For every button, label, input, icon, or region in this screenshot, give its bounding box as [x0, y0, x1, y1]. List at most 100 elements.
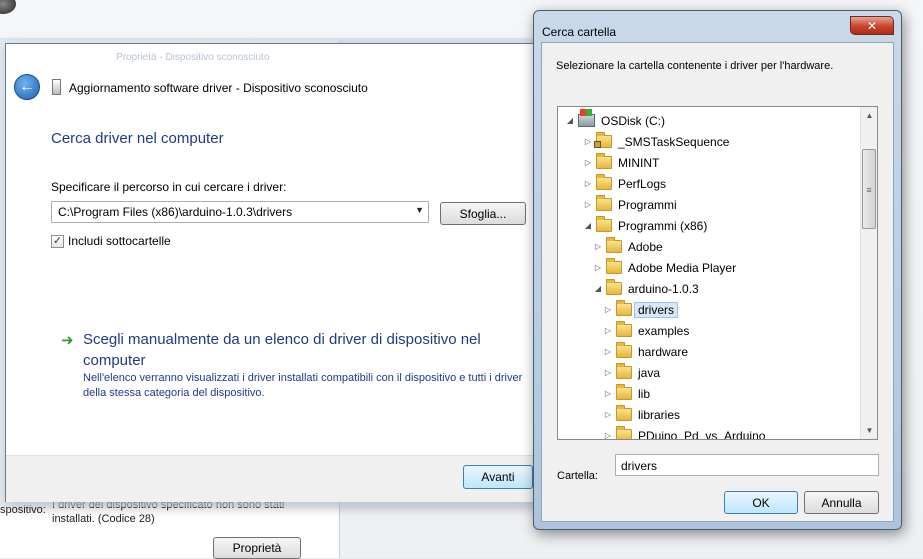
expand-arrow-icon[interactable]: ▷: [592, 242, 604, 251]
properties-button[interactable]: Proprietà: [213, 537, 301, 559]
folder-icon: [606, 237, 622, 253]
locked-folder-icon: [594, 132, 612, 148]
scroll-up-icon[interactable]: ▲: [861, 107, 877, 124]
tree-item-label: libraries: [638, 407, 681, 422]
dialog-body: Selezionare la cartella contenente i dri…: [541, 42, 894, 522]
collapse-arrow-icon[interactable]: ◢: [592, 284, 604, 293]
tree-item[interactable]: ▷ java: [558, 362, 863, 383]
folder-icon: [616, 384, 632, 400]
tree-item[interactable]: ▷ MININT: [558, 152, 863, 173]
expand-arrow-icon[interactable]: ▷: [602, 368, 614, 377]
browse-folder-dialog: Cerca cartella ✕ Selezionare la cartella…: [533, 10, 902, 530]
expand-arrow-icon[interactable]: ▷: [602, 410, 614, 419]
status-label: spositivo:: [0, 504, 46, 516]
dialog-instruction: Selezionare la cartella contenente i dri…: [556, 60, 834, 72]
wizard-title: Aggiornamento software driver - Disposit…: [69, 81, 368, 95]
expand-arrow-icon[interactable]: ▷: [602, 326, 614, 335]
mouse-icon: [0, 0, 16, 14]
tree-item[interactable]: ▷ _SMSTaskSequence: [558, 131, 863, 152]
folder-icon: [616, 342, 632, 358]
tree-item[interactable]: ▷ examples: [558, 320, 863, 341]
green-arrow-icon: ➜: [61, 332, 74, 349]
path-combobox[interactable]: C:\Program Files (x86)\arduino-1.0.3\dri…: [51, 201, 429, 223]
browse-button[interactable]: Sfoglia...: [440, 202, 526, 225]
tree-item-label: lib: [638, 386, 651, 401]
scroll-thumb[interactable]: ≡: [862, 149, 876, 229]
tree-item-label: arduino-1.0.3: [628, 281, 699, 296]
tree-item[interactable]: ▷ drivers: [558, 299, 863, 320]
cancel-button[interactable]: Annulla: [804, 491, 879, 514]
tree-item[interactable]: ◢ OSDisk (C:): [558, 109, 863, 131]
folder-icon: [616, 426, 632, 439]
folder-icon: [616, 363, 632, 379]
folder-icon: [616, 321, 632, 337]
tree-item[interactable]: ▷ Programmi: [558, 194, 863, 215]
tree-item-label: Adobe Media Player: [628, 260, 737, 275]
next-button[interactable]: Avanti: [463, 465, 533, 489]
path-value: C:\Program Files (x86)\arduino-1.0.3\dri…: [58, 205, 293, 219]
tree-item-label: MININT: [618, 155, 660, 170]
drive-icon: [578, 109, 595, 127]
tree-item[interactable]: ◢ Programmi (x86): [558, 215, 863, 236]
expand-arrow-icon[interactable]: ▷: [602, 431, 614, 439]
dropdown-arrow-icon[interactable]: ▼: [415, 205, 424, 215]
tree-item-label: Programmi (x86): [618, 218, 708, 233]
folder-label: Cartella:: [557, 470, 598, 482]
expand-arrow-icon[interactable]: ▷: [602, 305, 614, 314]
tree-item[interactable]: ▷ libraries: [558, 404, 863, 425]
expand-arrow-icon[interactable]: ▷: [592, 263, 604, 272]
tree-scrollbar[interactable]: ▲ ≡ ▼: [860, 107, 877, 439]
tree-item[interactable]: ▷ Adobe Media Player: [558, 257, 863, 278]
tree-item-label: _SMSTaskSequence: [618, 134, 730, 149]
close-icon[interactable]: ✕: [850, 16, 894, 35]
wizard-header: ← Aggiornamento software driver - Dispos…: [6, 68, 538, 108]
driver-update-wizard: Proprietà - Dispositivo sconosciuto ← Ag…: [5, 43, 539, 502]
tree-item-label: OSDisk (C:): [601, 113, 665, 128]
device-icon: [52, 79, 61, 95]
folder-icon: [606, 279, 622, 295]
collapse-arrow-icon[interactable]: ◢: [582, 221, 594, 230]
page-heading: Cerca driver nel computer: [51, 130, 224, 147]
expand-arrow-icon[interactable]: ▷: [582, 137, 594, 146]
tree-item-label: PDuino_Pd_vs_Arduino: [638, 428, 766, 440]
folder-icon: [596, 195, 612, 211]
tree-item[interactable]: ▷ Adobe: [558, 236, 863, 257]
expand-arrow-icon[interactable]: ▷: [582, 158, 594, 167]
folder-name-field[interactable]: drivers: [615, 454, 879, 476]
scroll-down-icon[interactable]: ▼: [861, 422, 877, 439]
tree-item[interactable]: ▷ lib: [558, 383, 863, 404]
tree-item[interactable]: ▷ PerfLogs: [558, 173, 863, 194]
dialog-title: Cerca cartella: [542, 25, 617, 39]
manual-driver-description: Nell'elenco verranno visualizzati i driv…: [83, 372, 523, 399]
include-subfolders-label: Includi sottocartelle: [68, 234, 171, 248]
tree-item[interactable]: ▷ PDuino_Pd_vs_Arduino: [558, 425, 863, 440]
expand-arrow-icon[interactable]: ▷: [602, 389, 614, 398]
path-label: Specificare il percorso in cui cercare i…: [51, 180, 287, 194]
folder-icon: [596, 216, 612, 232]
tree-item-label: Adobe: [628, 239, 663, 254]
collapse-arrow-icon[interactable]: ◢: [564, 116, 576, 125]
include-subfolders-checkbox[interactable]: ✓: [51, 234, 64, 248]
expand-arrow-icon[interactable]: ▷: [582, 200, 594, 209]
tree-item[interactable]: ◢ arduino-1.0.3: [558, 278, 863, 299]
folder-tree[interactable]: ◢ OSDisk (C:) ▷ _SMSTaskSequence ▷ MININT ▷ Per…: [557, 106, 878, 440]
lock-icon: [594, 141, 601, 148]
ghost-window-title: Proprietà - Dispositivo sconosciuto: [116, 52, 270, 63]
tree-item[interactable]: ▷ hardware: [558, 341, 863, 362]
tree-item-label: java: [638, 365, 661, 380]
back-arrow-icon[interactable]: ←: [14, 74, 40, 100]
device-status-text: I driver del dispositivo specificato non…: [52, 499, 285, 525]
folder-icon: [606, 258, 622, 274]
manual-driver-link[interactable]: Scegli manualmente da un elenco di drive…: [83, 329, 523, 371]
folder-icon: [616, 405, 632, 421]
tree-item-label: hardware: [638, 344, 689, 359]
ok-button[interactable]: OK: [724, 491, 798, 514]
tree-item-label: PerfLogs: [618, 176, 667, 191]
folder-icon: [596, 174, 612, 190]
tree-item-label: Programmi: [618, 197, 677, 212]
expand-arrow-icon[interactable]: ▷: [602, 347, 614, 356]
expand-arrow-icon[interactable]: ▷: [582, 179, 594, 188]
include-subfolders-option[interactable]: ✓ Includi sottocartelle: [51, 234, 171, 248]
folder-icon: [616, 300, 632, 316]
folder-icon: [596, 153, 612, 169]
